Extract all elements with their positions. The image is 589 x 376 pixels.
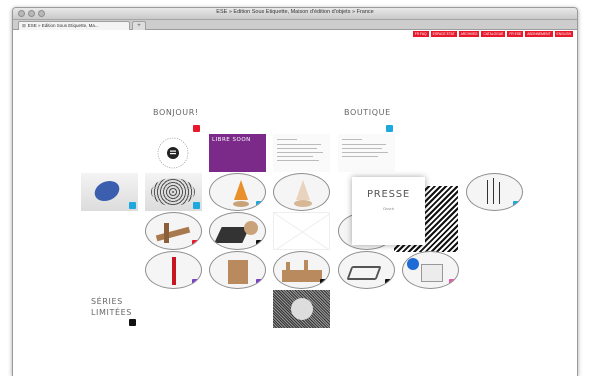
- tile-ese-logo[interactable]: [145, 134, 202, 172]
- tile-bonjour[interactable]: BONJOUR!: [145, 96, 202, 134]
- menu-item-catalogue[interactable]: CATALOGUE: [481, 31, 506, 37]
- tile-purple[interactable]: LIBRE SOON: [209, 134, 266, 172]
- boutique-heading: BOUTIQUE: [344, 108, 391, 117]
- tile-object-textured[interactable]: [273, 290, 330, 328]
- tile-badge-icon: [193, 202, 200, 209]
- tile-object-plate[interactable]: [145, 173, 202, 211]
- tile-object-board[interactable]: [402, 251, 459, 289]
- limitees-heading: LIMITÉES: [91, 308, 132, 317]
- series-heading: SÉRIES: [91, 297, 123, 306]
- blue-dot-image: [407, 258, 419, 270]
- textured-disc-image: [291, 298, 313, 320]
- ese-seal-icon: [157, 137, 189, 169]
- tile-badge-icon: [129, 202, 136, 209]
- tile-badge-icon: [449, 279, 456, 286]
- tile-series-limitees[interactable]: SÉRIES LIMITÉES: [81, 290, 138, 328]
- tile-badge-icon: [256, 279, 263, 286]
- new-tab-button[interactable]: +: [132, 21, 146, 30]
- tile-object-tray[interactable]: [209, 212, 266, 250]
- tile-object-hanger[interactable]: [338, 251, 395, 289]
- tile-badge-icon: [192, 240, 199, 247]
- tile-badge-icon: [193, 125, 200, 132]
- tile-presse[interactable]: PRESSE Ouvrir: [352, 177, 425, 245]
- tab-ese[interactable]: ⊠ ESE » Edition Sous Etiquette, Ma...: [18, 21, 130, 30]
- tile-badge-icon: [256, 240, 263, 247]
- tile-object-candle[interactable]: [273, 173, 330, 211]
- tile-badge-icon: [513, 201, 520, 208]
- lamp-image: [234, 180, 248, 200]
- menu-item-archives[interactable]: ARCHIVES: [458, 31, 480, 37]
- red-bottle-image: [172, 257, 176, 285]
- presse-heading: PRESSE: [366, 189, 411, 200]
- tab-close-icon[interactable]: ⊠: [22, 23, 26, 28]
- top-menu: FR FAQ ESPACE ÉTAT ARCHIVES CATALOGUE FR…: [412, 31, 573, 37]
- tile-object-lamp[interactable]: [209, 173, 266, 211]
- tile-object-blue-disc[interactable]: [81, 173, 138, 211]
- tile-object-wood-stand[interactable]: [145, 212, 202, 250]
- menu-item-abonnement[interactable]: ABONNEMENT: [525, 31, 553, 37]
- tab-label: ESE » Edition Sous Etiquette, Ma...: [27, 23, 99, 28]
- menu-item-espace-etat[interactable]: ESPACE ÉTAT: [430, 31, 457, 37]
- tile-badge-icon: [256, 201, 263, 208]
- tile-boutique[interactable]: BOUTIQUE: [338, 96, 395, 134]
- menu-item-english[interactable]: ENGLISH: [554, 31, 573, 37]
- tile-badge-icon: [386, 125, 393, 132]
- tab-strip: ⊠ ESE » Edition Sous Etiquette, Ma... +: [13, 20, 577, 30]
- purple-tile-title: LIBRE SOON: [212, 137, 251, 143]
- tile-object-rods[interactable]: [466, 173, 523, 211]
- wood-stand-image: [155, 226, 191, 242]
- pattern-plate-image: [151, 178, 195, 206]
- tile-object-red-bottle[interactable]: [145, 251, 202, 289]
- blue-disc-image: [92, 181, 122, 201]
- title-bar: ESE » Edition Sous Etiquette, Maison d'é…: [13, 8, 577, 20]
- tile-badge-icon: [192, 279, 199, 286]
- menu-item-ese[interactable]: FR ESE: [507, 31, 524, 37]
- menu-item-faq[interactable]: FR FAQ: [412, 31, 429, 37]
- tile-document-1[interactable]: [273, 134, 330, 172]
- presse-subtitle: Ouvrir: [383, 206, 394, 211]
- bonjour-heading: BONJOUR!: [153, 108, 199, 117]
- window-title: ESE » Edition Sous Etiquette, Maison d'é…: [216, 9, 374, 15]
- board-image: [421, 264, 443, 282]
- hanger-image: [346, 266, 382, 280]
- wood-block-image: [228, 260, 248, 284]
- tile-object-wood-block[interactable]: [209, 251, 266, 289]
- candle-image: [296, 180, 310, 200]
- tile-badge-icon: [320, 279, 327, 286]
- tile-object-factory[interactable]: [273, 251, 330, 289]
- tile-document-2[interactable]: [338, 134, 395, 172]
- tile-badge-icon: [129, 319, 136, 326]
- tile-empty[interactable]: [273, 212, 330, 250]
- tile-badge-icon: [385, 279, 392, 286]
